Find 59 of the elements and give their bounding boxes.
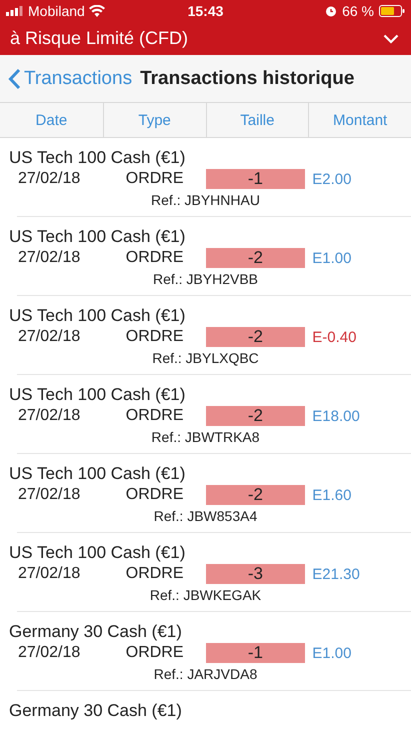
column-header[interactable]: Type bbox=[102, 103, 206, 137]
instrument-name: US Tech 100 Cash (€1) bbox=[8, 148, 186, 168]
page-title: Transactions historique bbox=[140, 68, 354, 90]
amount-text: E-0.40 bbox=[311, 328, 356, 346]
reference-text: Ref.: JBWTRKA8 bbox=[151, 429, 260, 445]
reference-text: Ref.: JARJVDA8 bbox=[154, 666, 258, 682]
date-text: 27/02/18 bbox=[17, 486, 80, 504]
back-chevron-icon[interactable] bbox=[8, 68, 21, 90]
clock-time: 15:43 bbox=[188, 3, 224, 19]
size-bar: -2 bbox=[206, 406, 306, 426]
instrument-name: US Tech 100 Cash (€1) bbox=[8, 227, 186, 247]
back-link[interactable]: Transactions bbox=[8, 68, 132, 90]
reference-text: Ref.: JBYH2VBB bbox=[152, 271, 258, 287]
reference-text: Ref.: JBYHNHAU bbox=[151, 192, 260, 208]
instrument-name: US Tech 100 Cash (€1) bbox=[8, 543, 186, 563]
type-text: ORDRE bbox=[124, 249, 184, 267]
date-text: 27/02/18 bbox=[17, 407, 80, 425]
instrument-name: Germany 30 Cash (€1) bbox=[8, 701, 182, 721]
type-text: ORDRE bbox=[124, 407, 184, 425]
wifi-icon bbox=[88, 5, 105, 17]
column-header[interactable]: Montant bbox=[308, 103, 411, 137]
type-text: ORDRE bbox=[124, 644, 184, 662]
instrument-name: US Tech 100 Cash (€1) bbox=[8, 464, 186, 484]
type-text: ORDRE bbox=[124, 565, 184, 583]
amount-text: E2.00 bbox=[311, 170, 352, 188]
column-header[interactable]: Taille bbox=[206, 103, 308, 137]
size-bar: -2 bbox=[206, 248, 306, 268]
date-text: 27/02/18 bbox=[17, 249, 80, 267]
instrument-name: US Tech 100 Cash (€1) bbox=[8, 385, 186, 405]
date-text: 27/02/18 bbox=[17, 170, 80, 188]
size-bar: -1 bbox=[206, 643, 306, 663]
carrier-name: Mobiland bbox=[28, 3, 85, 19]
signal-icon bbox=[6, 6, 24, 16]
amount-text: E18.00 bbox=[311, 408, 360, 424]
type-text: ORDRE bbox=[124, 170, 184, 188]
battery-percent: 66 % bbox=[342, 3, 374, 19]
column-header[interactable]: Date bbox=[0, 103, 103, 137]
alarm-icon bbox=[325, 5, 338, 17]
instrument-name: Germany 30 Cash (€1) bbox=[8, 622, 182, 642]
amount-text: E1.00 bbox=[311, 644, 352, 662]
size-bar: -2 bbox=[206, 327, 306, 347]
reference-text: Ref.: JBW853A4 bbox=[154, 508, 258, 524]
date-text: 27/02/18 bbox=[17, 565, 80, 583]
type-text: ORDRE bbox=[124, 486, 184, 504]
date-text: 27/02/18 bbox=[17, 328, 80, 346]
chevron-down-icon[interactable] bbox=[383, 34, 399, 44]
size-bar: -1 bbox=[206, 169, 306, 189]
size-bar: -2 bbox=[206, 485, 306, 505]
amount-text: E1.00 bbox=[311, 250, 352, 266]
reference-text: Ref.: JBYLXQBC bbox=[152, 350, 259, 366]
reference-text: Ref.: JBWKEGAK bbox=[150, 587, 262, 603]
amount-text: E21.30 bbox=[311, 566, 360, 582]
date-text: 27/02/18 bbox=[17, 644, 80, 662]
account-title: à Risque Limité (CFD) bbox=[10, 28, 188, 49]
instrument-name: US Tech 100 Cash (€1) bbox=[8, 306, 186, 326]
size-bar: -3 bbox=[206, 564, 306, 584]
amount-text: E1.60 bbox=[311, 486, 352, 504]
type-text: ORDRE bbox=[124, 328, 184, 346]
battery-icon bbox=[379, 5, 405, 17]
